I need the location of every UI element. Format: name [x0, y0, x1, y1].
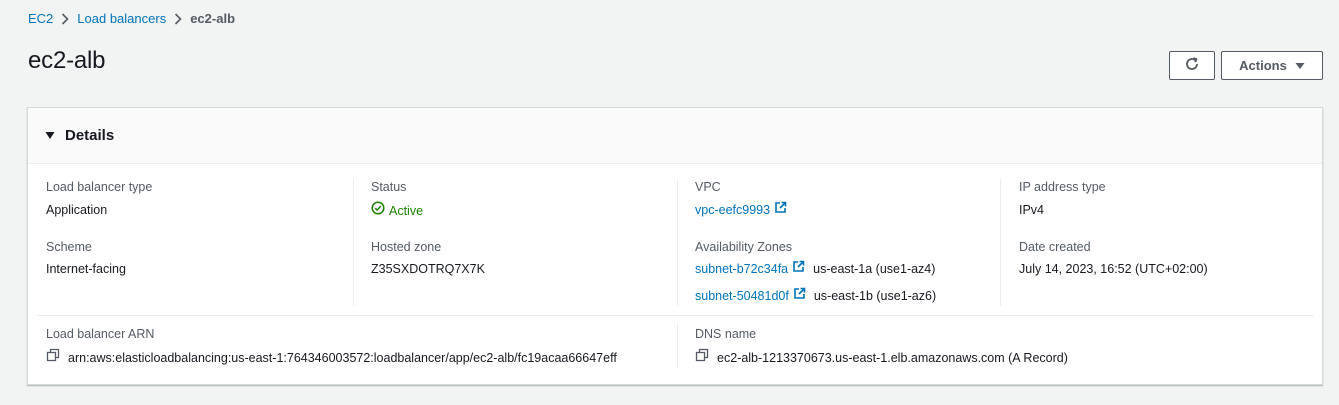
- date-created-value: July 14, 2023, 16:52 (UTC+02:00): [1019, 262, 1208, 276]
- az-row-1: subnet-b72c34fa us-east-1a (use1-az4): [695, 260, 936, 278]
- status-label: Status: [371, 180, 407, 194]
- vpc-link[interactable]: vpc-eefc9993: [695, 201, 787, 219]
- breadcrumb-link-ec2[interactable]: EC2: [28, 11, 53, 26]
- lb-type-field: Load balancer type Application: [46, 179, 152, 219]
- status-value: Active: [389, 203, 424, 218]
- ip-type-label: IP address type: [1019, 180, 1106, 194]
- status-badge: Active: [371, 201, 423, 220]
- chevron-right-icon: [53, 12, 77, 25]
- column-divider: [677, 323, 678, 368]
- subnet-link-1[interactable]: subnet-b72c34fa: [695, 260, 805, 278]
- column-divider: [677, 179, 678, 306]
- hosted-zone-label: Hosted zone: [371, 240, 442, 254]
- page-title: ec2-alb: [28, 47, 106, 74]
- refresh-icon: [1184, 56, 1200, 75]
- details-header[interactable]: Details: [28, 108, 1322, 164]
- az-2-zone: us-east-1b (use1-az6): [813, 289, 937, 303]
- details-panel: Details Load balancer type Application S…: [27, 107, 1323, 385]
- row-divider: [37, 315, 1314, 316]
- breadcrumb-current: ec2-alb: [190, 11, 236, 26]
- arn-value: arn:aws:elasticloadbalancing:us-east-1:7…: [68, 350, 617, 365]
- arn-label: Load balancer ARN: [46, 327, 155, 341]
- status-field: Status Active: [371, 179, 423, 220]
- caret-down-icon: [1295, 58, 1305, 73]
- column-divider: [1000, 179, 1001, 306]
- vpc-value: vpc-eefc9993: [695, 203, 771, 217]
- actions-label: Actions: [1239, 58, 1287, 73]
- breadcrumb-link-load-balancers[interactable]: Load balancers: [77, 11, 166, 26]
- az-1-zone: us-east-1a (use1-az4): [813, 262, 936, 276]
- arn-field: Load balancer ARN arn:aws:elasticloadbal…: [46, 326, 617, 367]
- breadcrumb: EC2 Load balancers ec2-alb: [28, 11, 235, 26]
- date-created-label: Date created: [1019, 240, 1091, 254]
- caret-down-expand-icon: [45, 128, 55, 143]
- date-created-field: Date created July 14, 2023, 16:52 (UTC+0…: [1019, 239, 1208, 278]
- subnet-1-value: subnet-b72c34fa: [695, 262, 789, 276]
- subnet-2-value: subnet-50481d0f: [695, 289, 789, 303]
- hosted-zone-value: Z35SXDOTRQ7X7K: [371, 262, 485, 276]
- vpc-label: VPC: [695, 180, 721, 194]
- scheme-value: Internet-facing: [46, 262, 126, 276]
- column-divider: [353, 179, 354, 306]
- external-link-icon: [793, 287, 806, 305]
- az-field: Availability Zones subnet-b72c34fa us-ea…: [695, 239, 936, 305]
- arn-row: arn:aws:elasticloadbalancing:us-east-1:7…: [46, 348, 617, 367]
- actions-dropdown-button[interactable]: Actions: [1221, 51, 1323, 80]
- hosted-zone-field: Hosted zone Z35SXDOTRQ7X7K: [371, 239, 485, 278]
- dns-field: DNS name ec2-alb-1213370673.us-east-1.el…: [695, 326, 1068, 367]
- copy-icon[interactable]: [695, 348, 709, 367]
- ip-type-field: IP address type IPv4: [1019, 179, 1106, 219]
- vpc-field: VPC vpc-eefc9993: [695, 179, 787, 219]
- scheme-label: Scheme: [46, 240, 92, 254]
- subnet-link-2[interactable]: subnet-50481d0f: [695, 287, 806, 305]
- lb-type-label: Load balancer type: [46, 180, 153, 194]
- external-link-icon: [792, 260, 805, 278]
- chevron-right-icon: [166, 12, 190, 25]
- external-link-icon: [774, 201, 787, 219]
- copy-icon[interactable]: [46, 348, 60, 367]
- az-label: Availability Zones: [695, 240, 793, 254]
- dns-value: ec2-alb-1213370673.us-east-1.elb.amazona…: [717, 350, 1068, 365]
- ip-type-value: IPv4: [1019, 203, 1045, 217]
- lb-type-value: Application: [46, 203, 108, 217]
- check-circle-icon: [371, 201, 385, 220]
- details-title: Details: [65, 127, 115, 144]
- az-row-2: subnet-50481d0f us-east-1b (use1-az6): [695, 287, 936, 305]
- scheme-field: Scheme Internet-facing: [46, 239, 126, 278]
- dns-label: DNS name: [695, 327, 757, 341]
- dns-row: ec2-alb-1213370673.us-east-1.elb.amazona…: [695, 348, 1068, 367]
- refresh-button[interactable]: [1169, 51, 1215, 80]
